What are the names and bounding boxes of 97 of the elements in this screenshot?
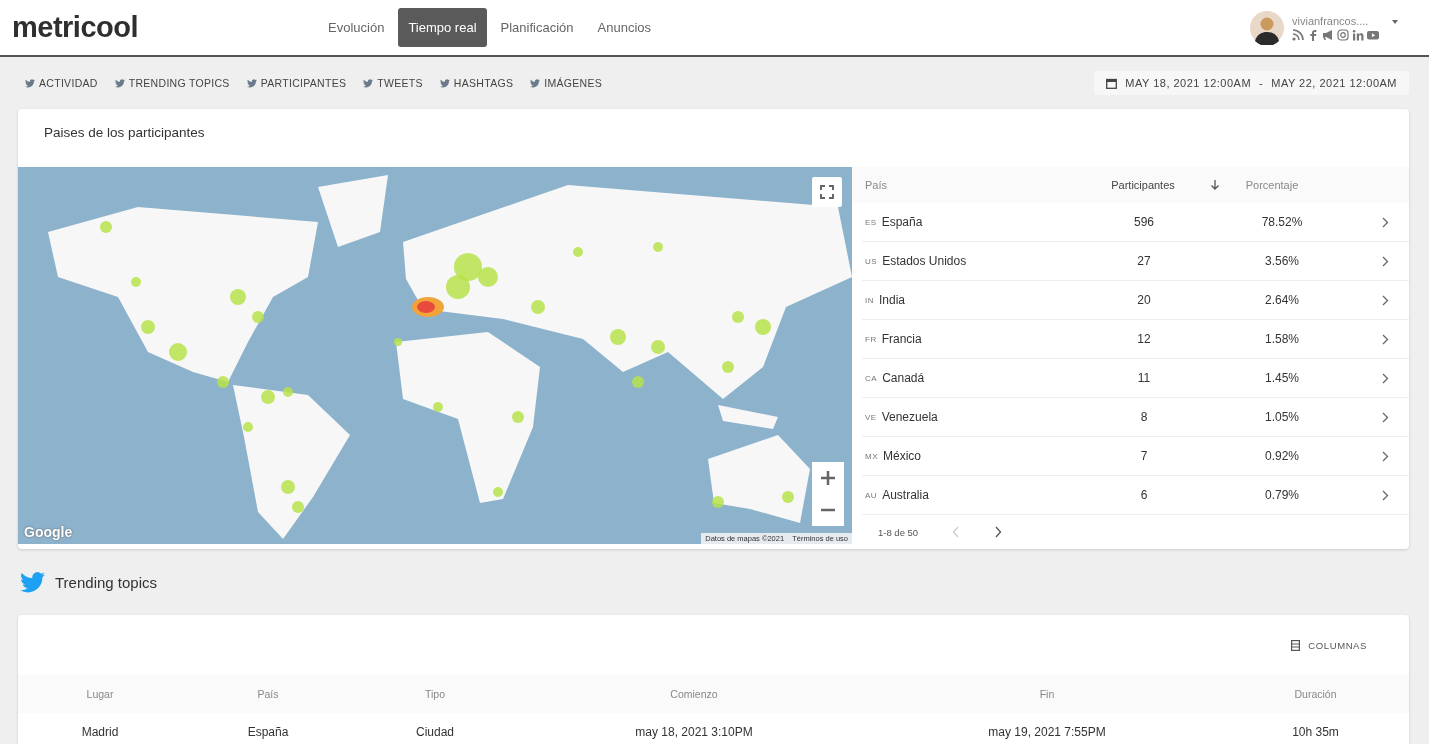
column-header[interactable]: Tipo <box>354 688 516 700</box>
column-header[interactable]: Participantes <box>1111 179 1175 191</box>
country-name: India <box>879 293 906 307</box>
country-name: España <box>881 215 923 229</box>
participants-count: 8 <box>1139 410 1149 424</box>
section-tab[interactable]: IMÁGENES <box>530 77 603 89</box>
section-tab[interactable]: TWEETS <box>363 77 423 89</box>
card-title: Paises de los participantes <box>43 124 206 142</box>
participants-count: 7 <box>1139 449 1149 463</box>
video-play-icon <box>1367 28 1379 41</box>
chevron-right-icon[interactable] <box>1382 372 1389 384</box>
calendar-icon <box>1106 77 1118 89</box>
participants-count: 12 <box>1136 332 1152 346</box>
percentage: 1.05% <box>1264 410 1300 424</box>
table-cell-text: may 19, 2021 7:55PM <box>987 725 1107 739</box>
column-header[interactable]: Duración <box>1222 688 1409 700</box>
country-code: MX <box>865 451 878 461</box>
country-name: Australia <box>882 488 929 502</box>
date-range-picker[interactable]: MAY 18, 2021 12:00AM - MAY 22, 2021 12:00AM <box>1094 71 1409 95</box>
section-tab[interactable]: TRENDING TOPICS <box>114 77 230 89</box>
logo[interactable]: metricool <box>12 11 312 44</box>
chevron-right-icon[interactable] <box>1382 216 1389 228</box>
twitter-bird-icon <box>439 78 450 88</box>
country-name: Venezuela <box>881 410 938 424</box>
chevron-right-icon[interactable] <box>1382 294 1389 306</box>
country-code: VE <box>865 412 877 422</box>
account-name: vivianfrancos.... <box>1292 14 1370 27</box>
participants-count: 596 <box>1133 215 1155 229</box>
participants-count: 11 <box>1136 371 1152 385</box>
section-tab[interactable]: PARTICIPANTES <box>246 77 347 89</box>
column-header[interactable]: País <box>182 688 354 700</box>
facebook-icon <box>1307 28 1319 41</box>
section-tab[interactable]: HASHTAGS <box>439 77 514 89</box>
table-cell-text: España <box>246 725 290 739</box>
sort-arrow-icon[interactable] <box>1210 179 1220 190</box>
linkedin-icon <box>1352 28 1364 41</box>
avatar[interactable] <box>1250 10 1284 45</box>
country-code: FR <box>865 334 877 344</box>
column-header[interactable]: Porcentaje <box>1245 179 1299 191</box>
percentage: 1.45% <box>1264 371 1300 385</box>
column-header[interactable]: Lugar <box>18 688 182 700</box>
column-header[interactable]: Comienzo <box>516 688 872 700</box>
column-header[interactable]: País <box>865 179 887 191</box>
country-code: IN <box>865 295 874 305</box>
columns-button[interactable]: COLUMNAS <box>1285 638 1373 652</box>
chevron-right-icon[interactable] <box>1382 411 1389 423</box>
section-tab[interactable]: ACTIVIDAD <box>25 77 98 89</box>
percentage: 2.64% <box>1264 293 1300 307</box>
country-code: CA <box>865 373 878 383</box>
instagram-icon <box>1337 28 1349 41</box>
next-page-button[interactable] <box>994 526 1003 538</box>
table-cell-text: Madrid <box>80 725 120 739</box>
chevron-right-icon[interactable] <box>1382 489 1389 501</box>
date-separator: - <box>1259 77 1264 89</box>
country-name: Canadá <box>882 371 925 385</box>
percentage: 78.52% <box>1260 215 1304 229</box>
plus-icon <box>820 470 836 486</box>
country-code: AU <box>865 490 878 500</box>
nav-tab[interactable]: Tiempo real <box>398 8 487 47</box>
pagination-info: 1-8 de 50 <box>878 526 919 538</box>
table-cell-text: 10h 35m <box>1291 725 1340 739</box>
twitter-bird-icon <box>246 78 257 88</box>
participants-count: 20 <box>1136 293 1152 307</box>
date-start: MAY 18, 2021 12:00AM <box>1125 77 1252 89</box>
twitter-bird-icon <box>20 571 45 593</box>
percentage: 3.56% <box>1264 254 1300 268</box>
date-end: MAY 22, 2021 12:00AM <box>1271 77 1397 89</box>
columns-icon <box>1291 639 1301 651</box>
participants-count: 27 <box>1136 254 1152 268</box>
participants-count: 6 <box>1139 488 1149 502</box>
twitter-bird-icon <box>363 78 374 88</box>
country-name: Estados Unidos <box>882 254 967 268</box>
country-name: México <box>883 449 921 463</box>
twitter-bird-icon <box>114 78 125 88</box>
twitter-bird-icon <box>25 78 35 88</box>
section-title: Trending topics <box>55 573 157 591</box>
chevron-right-icon[interactable] <box>1382 255 1389 267</box>
country-code: US <box>865 256 878 266</box>
country-name: Francia <box>881 332 922 346</box>
percentage: 0.92% <box>1264 449 1300 463</box>
table-cell-text: Ciudad <box>415 725 455 739</box>
chevron-right-icon[interactable] <box>1382 333 1389 345</box>
rss-icon <box>1292 28 1304 41</box>
fullscreen-icon <box>820 185 834 199</box>
nav-tab[interactable]: Planificación <box>490 8 584 47</box>
country-code: ES <box>865 217 877 227</box>
percentage: 0.79% <box>1264 488 1300 502</box>
table-cell-text: may 18, 2021 3:10PM <box>634 725 754 739</box>
megaphone-icon <box>1322 28 1334 41</box>
fullscreen-button[interactable] <box>812 177 842 207</box>
map-logo: Google <box>24 524 73 540</box>
caret-icon[interactable] <box>1391 18 1399 25</box>
chevron-right-icon[interactable] <box>1382 450 1389 462</box>
nav-tab[interactable]: Anuncios <box>587 8 661 47</box>
percentage: 1.58% <box>1264 332 1300 346</box>
twitter-bird-icon <box>530 78 541 88</box>
nav-tab[interactable]: Evolución <box>318 8 395 47</box>
